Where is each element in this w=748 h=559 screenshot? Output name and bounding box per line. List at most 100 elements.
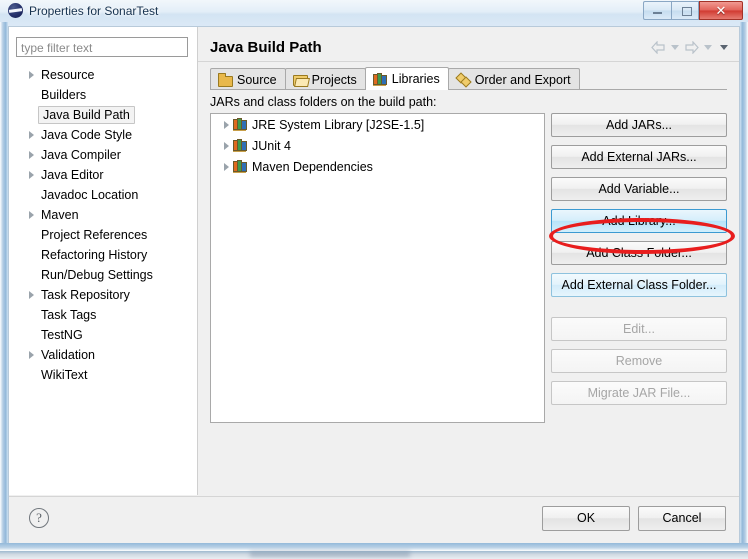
build-path-page: Java Build Path Source Projects Libraries O… — [198, 27, 739, 495]
sidebar-item-java-compiler[interactable]: Java Compiler — [9, 145, 197, 165]
library-list-item[interactable]: JRE System Library [J2SE-1.5] — [211, 114, 544, 135]
edit-button: Edit... — [551, 317, 727, 341]
back-history-chevron-down-icon[interactable] — [671, 45, 679, 50]
sidebar-item-run-debug-settings[interactable]: Run/Debug Settings — [9, 265, 197, 285]
expand-chevron-right-icon[interactable] — [25, 211, 38, 219]
add-variable-button[interactable]: Add Variable... — [551, 177, 727, 201]
expand-chevron-right-icon[interactable] — [219, 121, 233, 129]
maximize-restore-button[interactable] — [671, 1, 699, 20]
cancel-button[interactable]: Cancel — [638, 506, 726, 531]
sidebar-item-label: Maven — [41, 208, 79, 222]
sidebar-item-label: Project References — [41, 228, 148, 242]
window-border-bottom — [0, 543, 748, 551]
migrate-jar-file-button: Migrate JAR File... — [551, 381, 727, 405]
expand-chevron-right-icon[interactable] — [25, 151, 38, 159]
sidebar-item-label: Run/Debug Settings — [41, 268, 153, 282]
add-class-folder-button[interactable]: Add Class Folder... — [551, 241, 727, 265]
build-path-tabs: Source Projects Libraries Order and Export — [210, 67, 580, 90]
sidebar-item-label: Resource — [41, 68, 95, 82]
sidebar-item-refactoring-history[interactable]: Refactoring History — [9, 245, 197, 265]
tab-label: Projects — [311, 72, 357, 87]
sidebar-item-javadoc-location[interactable]: Javadoc Location — [9, 185, 197, 205]
sidebar-item-label: Java Editor — [41, 168, 104, 182]
libraries-books-icon — [372, 72, 387, 86]
eclipse-icon — [8, 3, 23, 18]
tab-label: Libraries — [391, 72, 440, 86]
page-title: Java Build Path — [210, 39, 322, 56]
expand-chevron-right-icon[interactable] — [25, 291, 38, 299]
sidebar-item-label: Java Code Style — [41, 128, 133, 142]
sidebar-item-java-code-style[interactable]: Java Code Style — [9, 125, 197, 145]
settings-tree-panel: type filter text Resource Builders Java Bu… — [9, 27, 197, 495]
expand-chevron-right-icon[interactable] — [25, 351, 38, 359]
expand-chevron-right-icon[interactable] — [25, 131, 38, 139]
add-external-class-folder-button[interactable]: Add External Class Folder... — [551, 273, 727, 297]
page-menu-chevron-down-icon[interactable] — [720, 45, 728, 50]
libraries-button-column: Add JARs... Add External JARs... Add Varia… — [551, 113, 727, 405]
expand-chevron-right-icon[interactable] — [219, 163, 233, 171]
window-frame: Properties for SonarTest ✕ type filter t… — [0, 0, 748, 551]
sidebar-item-builders[interactable]: Builders — [9, 85, 197, 105]
footer-buttons: OK Cancel — [542, 506, 726, 531]
libraries-list[interactable]: JRE System Library [J2SE-1.5] JUnit 4 Mave… — [210, 113, 545, 423]
list-caption: JARs and class folders on the build path… — [210, 95, 437, 109]
ok-button[interactable]: OK — [542, 506, 630, 531]
dialog-footer: ? OK Cancel — [9, 496, 739, 543]
source-folder-icon — [218, 73, 233, 87]
order-export-icon — [456, 73, 470, 86]
page-nav-controls — [651, 41, 731, 54]
expand-chevron-right-icon[interactable] — [25, 71, 38, 79]
library-list-item[interactable]: JUnit 4 — [211, 135, 544, 156]
sidebar-item-label: TestNG — [41, 328, 83, 342]
properties-dialog: type filter text Resource Builders Java Bu… — [8, 26, 740, 543]
sidebar-item-wikitext[interactable]: WikiText — [9, 365, 197, 385]
close-button[interactable]: ✕ — [699, 1, 743, 20]
library-books-icon — [233, 118, 247, 131]
window-border-right — [740, 22, 748, 551]
sidebar-item-testng[interactable]: TestNG — [9, 325, 197, 345]
add-library-button[interactable]: Add Library... — [551, 209, 727, 233]
add-jars-button[interactable]: Add JARs... — [551, 113, 727, 137]
window-drop-shadow-blob — [250, 551, 410, 557]
tab-order-and-export[interactable]: Order and Export — [447, 68, 580, 90]
sidebar-item-validation[interactable]: Validation — [9, 345, 197, 365]
title-separator — [198, 61, 739, 62]
window-border-left — [0, 22, 8, 551]
sidebar-item-task-tags[interactable]: Task Tags — [9, 305, 197, 325]
add-external-jars-button[interactable]: Add External JARs... — [551, 145, 727, 169]
help-question-icon[interactable]: ? — [29, 508, 49, 528]
library-list-item-label: Maven Dependencies — [252, 159, 373, 174]
library-books-icon — [233, 160, 247, 173]
sidebar-item-resource[interactable]: Resource — [9, 65, 197, 85]
sidebar-item-project-references[interactable]: Project References — [9, 225, 197, 245]
minimize-button[interactable] — [643, 1, 671, 20]
expand-chevron-right-icon[interactable] — [25, 171, 38, 179]
library-list-item[interactable]: Maven Dependencies — [211, 156, 544, 177]
sidebar-item-label: Refactoring History — [41, 248, 148, 262]
sidebar-item-label: Java Build Path — [38, 106, 135, 124]
expand-chevron-right-icon[interactable] — [219, 142, 233, 150]
sidebar-item-label: Task Tags — [41, 308, 97, 322]
sidebar-item-maven[interactable]: Maven — [9, 205, 197, 225]
tab-label: Source — [237, 72, 277, 87]
forward-arrow-icon[interactable] — [684, 41, 699, 54]
tab-source[interactable]: Source — [210, 68, 286, 90]
sidebar-item-java-build-path[interactable]: Java Build Path — [9, 105, 197, 125]
remove-button: Remove — [551, 349, 727, 373]
projects-folder-icon — [292, 73, 308, 86]
tab-label: Order and Export — [474, 72, 571, 87]
window-titlebar[interactable]: Properties for SonarTest ✕ — [0, 0, 748, 26]
sidebar-item-label: Builders — [41, 88, 87, 102]
window-title: Properties for SonarTest — [29, 3, 159, 18]
sidebar-item-label: Javadoc Location — [41, 188, 139, 202]
sidebar-item-java-editor[interactable]: Java Editor — [9, 165, 197, 185]
library-books-icon — [233, 139, 247, 152]
sidebar-item-task-repository[interactable]: Task Repository — [9, 285, 197, 305]
library-list-item-label: JUnit 4 — [252, 138, 291, 153]
tab-libraries[interactable]: Libraries — [364, 67, 449, 90]
settings-tree: Resource Builders Java Build Path Java Code… — [9, 65, 197, 385]
forward-history-chevron-down-icon[interactable] — [704, 45, 712, 50]
back-arrow-icon[interactable] — [651, 41, 666, 54]
tab-projects[interactable]: Projects — [284, 68, 366, 90]
filter-input[interactable]: type filter text — [16, 37, 188, 57]
